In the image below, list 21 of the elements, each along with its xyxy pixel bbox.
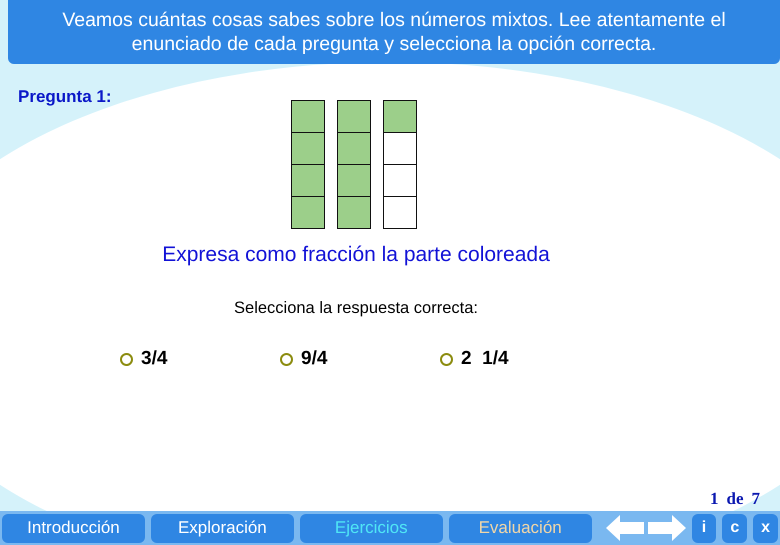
- forward-arrow-icon[interactable]: [648, 515, 686, 541]
- question-prompt: Expresa como fracción la parte coloreada: [162, 243, 550, 267]
- page-total: 7: [752, 489, 760, 509]
- instructions-text: Veamos cuántas cosas sabes sobre los números mixtos. Lee atentamente el enunciado de cada pregunta y selecciona la opción correcta.: [61, 8, 727, 56]
- instruction-text: Selecciona la respuesta correcta:: [234, 299, 478, 318]
- toolbar-button[interactable]: x: [753, 514, 778, 542]
- nav-tab[interactable]: Introducción: [2, 514, 145, 542]
- option-label[interactable]: 9/4: [301, 348, 328, 370]
- radio-button[interactable]: [280, 352, 293, 366]
- toolbar-button[interactable]: i: [692, 514, 716, 542]
- radio-button[interactable]: [120, 352, 133, 366]
- option-label[interactable]: 2 1/4: [461, 348, 509, 370]
- page-number: 1: [710, 489, 718, 509]
- nav-tab[interactable]: Exploración: [150, 514, 294, 542]
- radio-button[interactable]: [440, 352, 453, 366]
- nav-tab[interactable]: Ejercicios: [300, 514, 443, 542]
- question-label: Pregunta 1:: [18, 87, 112, 107]
- back-arrow-icon[interactable]: [606, 515, 644, 541]
- option-label[interactable]: 3/4: [141, 348, 168, 370]
- toolbar-button[interactable]: c: [722, 514, 748, 542]
- page-separator: de: [726, 489, 744, 509]
